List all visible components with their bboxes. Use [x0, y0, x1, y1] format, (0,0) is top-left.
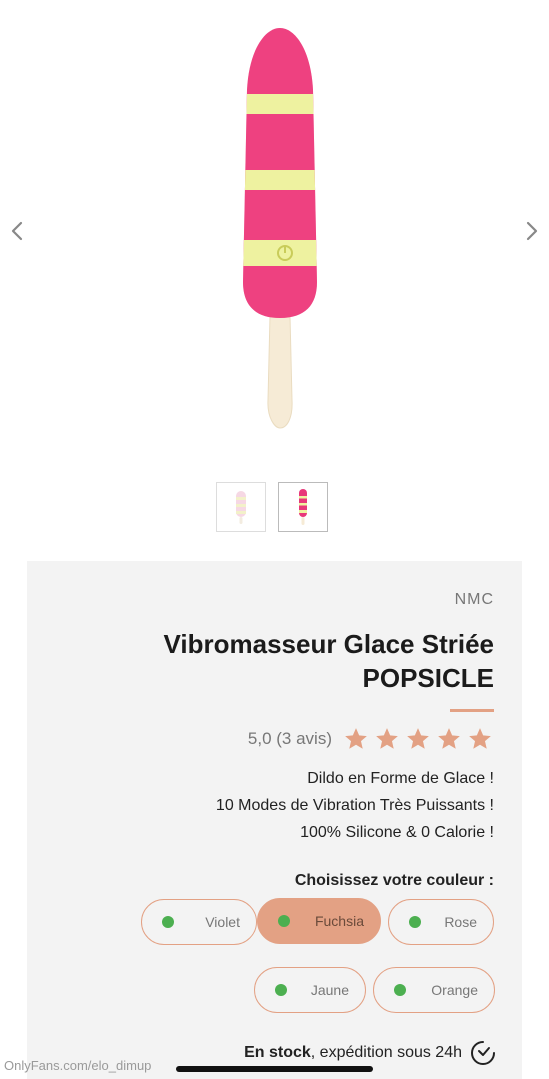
- color-option-label: Rose: [444, 914, 477, 930]
- brand-name[interactable]: NMC: [455, 591, 494, 609]
- product-title: Vibromasseur Glace Striée POPSICLE: [163, 629, 494, 693]
- thumbnail-2-image: [299, 489, 307, 525]
- available-dot-icon: [278, 915, 290, 927]
- description-line: Dildo en Forme de Glace !: [307, 770, 494, 787]
- clock-check-icon: [470, 1040, 496, 1066]
- color-option-rose[interactable]: Rose: [388, 899, 494, 945]
- rating-summary: 5,0 (3 avis): [247, 729, 332, 748]
- rating-stars: [342, 726, 494, 752]
- watermark: OnlyFans.com/elo_dimup: [4, 1058, 152, 1073]
- color-option-jaune[interactable]: Jaune: [254, 967, 366, 1013]
- available-dot-icon: [162, 916, 174, 928]
- color-option-orange[interactable]: Orange: [373, 967, 495, 1013]
- product-info-panel: NMC Vibromasseur Glace Striée POPSICLE 5…: [27, 561, 522, 1079]
- next-image-arrow-icon[interactable]: [517, 214, 547, 248]
- shipping-info: , expédition sous 24h: [310, 1044, 462, 1061]
- color-option-violet[interactable]: Violet: [141, 899, 257, 945]
- star-icon: [466, 726, 494, 752]
- thumbnail-strip: [216, 482, 328, 532]
- thumbnail-1[interactable]: [216, 482, 266, 532]
- thumbnail-2[interactable]: [278, 482, 328, 532]
- available-dot-icon: [275, 984, 287, 996]
- home-indicator[interactable]: [176, 1066, 373, 1072]
- color-option-label: Orange: [431, 982, 478, 998]
- stock-status: En stock, expédition sous 24h: [244, 1040, 496, 1066]
- color-picker-label: Choisissez votre couleur :: [294, 872, 494, 889]
- color-option-label: Jaune: [310, 982, 349, 998]
- previous-image-arrow-icon[interactable]: [2, 214, 32, 248]
- available-dot-icon: [394, 984, 406, 996]
- description-line: 100% Silicone & 0 Calorie !: [300, 824, 494, 841]
- product-gallery: [0, 0, 549, 460]
- product-rating[interactable]: 5,0 (3 avis): [248, 726, 494, 752]
- product-description: Dildo en Forme de Glace ! 10 Modes de Vi…: [216, 765, 494, 846]
- star-icon: [435, 726, 463, 752]
- description-line: 10 Modes de Vibration Très Puissants !: [215, 797, 494, 814]
- star-icon: [342, 726, 370, 752]
- star-icon: [373, 726, 401, 752]
- color-option-label: Violet: [205, 914, 240, 930]
- color-option-label: Fuchsia: [314, 913, 364, 929]
- stock-text: En stock, expédition sous 24h: [244, 1044, 462, 1062]
- thumbnail-1-image: [236, 491, 246, 524]
- color-options: Rose Fuchsia Violet Orange Jaune: [27, 898, 522, 1029]
- color-option-fuchsia[interactable]: Fuchsia: [257, 898, 381, 944]
- stock-status-label: En stock: [244, 1044, 311, 1061]
- title-divider: [450, 709, 494, 712]
- star-icon: [404, 726, 432, 752]
- product-image: [243, 28, 317, 429]
- available-dot-icon: [409, 916, 421, 928]
